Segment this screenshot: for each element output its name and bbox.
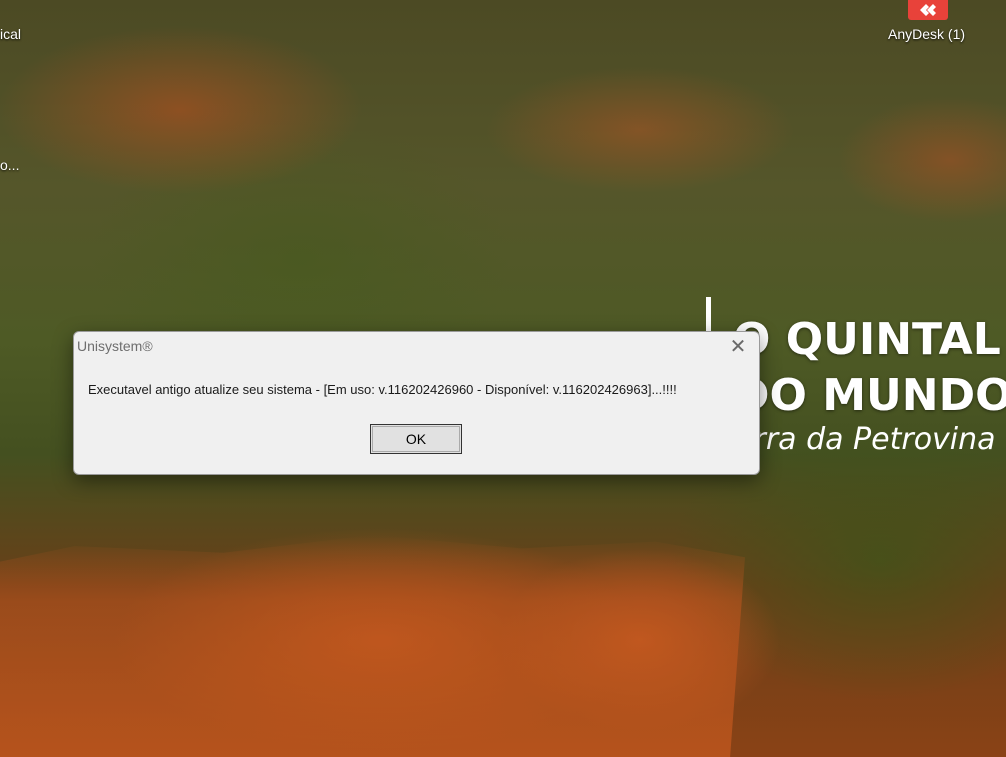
dialog-title: Unisystem®: [77, 338, 153, 354]
wallpaper-brand-line2: DO MUNDO: [733, 370, 1006, 421]
message-dialog: Unisystem® ✕ Executavel antigo atualize …: [73, 331, 760, 475]
anydesk-logo-icon: [920, 4, 936, 16]
anydesk-icon[interactable]: [908, 0, 948, 20]
close-icon[interactable]: ✕: [729, 337, 747, 357]
wallpaper-brand-bar: [706, 297, 711, 331]
desktop-icon-label-1[interactable]: ical: [0, 26, 21, 42]
wallpaper-brand-line1: O QUINTAL: [733, 314, 1001, 365]
desktop-icon-label-anydesk[interactable]: AnyDesk (1): [888, 26, 965, 42]
dialog-message: Executavel antigo atualize seu sistema -…: [88, 382, 677, 397]
desktop-icon-label-2[interactable]: o...: [0, 157, 19, 173]
wallpaper-cliff: [0, 535, 745, 757]
ok-button[interactable]: OK: [370, 424, 462, 454]
